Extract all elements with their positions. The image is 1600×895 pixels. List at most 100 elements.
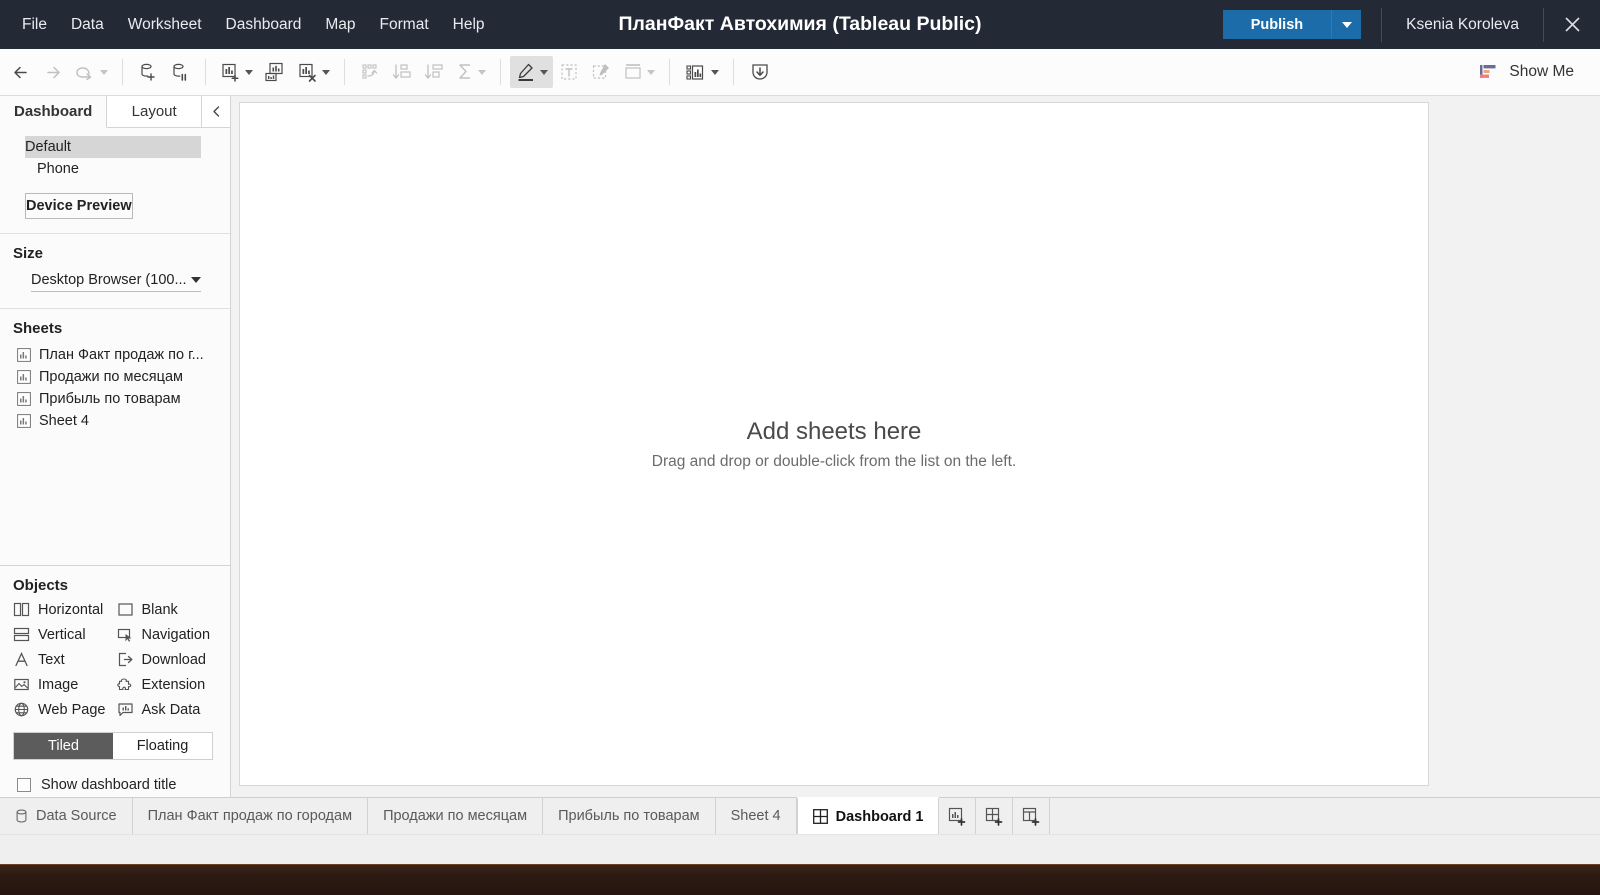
- pause-data-source-icon[interactable]: [164, 56, 196, 88]
- size-dropdown[interactable]: Desktop Browser (100...: [31, 269, 201, 292]
- object-vertical[interactable]: Vertical: [13, 626, 117, 643]
- tableau-window: File Data Worksheet Dashboard Map Format…: [0, 0, 1600, 864]
- data-source-icon: [16, 809, 27, 823]
- floating-button[interactable]: Floating: [113, 733, 212, 759]
- chevron-down-icon: [245, 69, 253, 75]
- menu-format[interactable]: Format: [368, 10, 441, 40]
- new-dashboard-tab-icon[interactable]: [976, 798, 1014, 834]
- tab-plan-fakt-prodazh[interactable]: План Факт продаж по городам: [132, 798, 369, 834]
- chevron-down-icon: [1341, 21, 1352, 28]
- object-text[interactable]: Text: [13, 651, 117, 668]
- image-icon: [14, 678, 29, 691]
- tab-data-source[interactable]: Data Source: [0, 798, 133, 834]
- menu-data[interactable]: Data: [59, 10, 116, 40]
- tab-label: Dashboard 1: [835, 808, 924, 825]
- chevron-down-icon: [540, 69, 548, 75]
- object-label: Web Page: [38, 701, 106, 718]
- object-image[interactable]: Image: [13, 676, 117, 693]
- show-me-icon: [1480, 65, 1496, 78]
- toolbar-divider-3: [344, 59, 345, 85]
- tab-bar-filler: [1050, 798, 1600, 834]
- annotate-icon[interactable]: [585, 56, 617, 88]
- worksheet-icon: [17, 392, 31, 406]
- list-item[interactable]: Sheet 4: [0, 410, 230, 432]
- tab-pribyl-po-tovaram[interactable]: Прибыль по товарам: [543, 798, 716, 834]
- menu-map[interactable]: Map: [313, 10, 367, 40]
- objects-section-title: Objects: [13, 577, 69, 594]
- publish-button[interactable]: Publish: [1222, 10, 1332, 39]
- menu-worksheet[interactable]: Worksheet: [116, 10, 214, 40]
- object-blank[interactable]: Blank: [117, 601, 221, 618]
- object-label: Text: [38, 651, 65, 668]
- close-icon: [1564, 17, 1580, 32]
- object-ask-data[interactable]: Ask Data: [117, 701, 221, 718]
- toolbar: Show Me: [0, 49, 1600, 96]
- device-default[interactable]: Default: [25, 136, 201, 158]
- show-dashboard-title-checkbox[interactable]: Show dashboard title: [0, 760, 230, 793]
- device-preview-button[interactable]: Device Preview: [25, 193, 133, 219]
- tab-dashboard-1[interactable]: Dashboard 1: [796, 797, 940, 834]
- size-section-title: Size: [13, 245, 44, 262]
- chevron-left-icon: [212, 106, 219, 117]
- new-story-tab-icon[interactable]: [1013, 798, 1051, 834]
- sheet-label: Прибыль по товарам: [39, 391, 181, 407]
- list-item[interactable]: План Факт продаж по г...: [0, 344, 230, 366]
- new-data-source-icon[interactable]: [132, 56, 164, 88]
- chevron-down-icon: [711, 69, 719, 75]
- objects-section: Objects Horizontal Blank Vertical Naviga…: [0, 566, 230, 797]
- forward-icon[interactable]: [37, 56, 68, 88]
- list-item[interactable]: Прибыль по товарам: [0, 388, 230, 410]
- toolbar-divider-6: [733, 59, 734, 85]
- back-icon[interactable]: [6, 56, 37, 88]
- tab-prodazhi-po-mesyacam[interactable]: Продажи по месяцам: [368, 798, 544, 834]
- swap-rows-columns-icon[interactable]: [354, 56, 386, 88]
- toolbar-divider-5: [669, 59, 670, 85]
- sheet-label: План Факт продаж по г...: [39, 347, 204, 363]
- blank-object-icon: [117, 603, 133, 616]
- object-label: Extension: [141, 676, 206, 693]
- sort-descending-icon[interactable]: [418, 56, 450, 88]
- menu-help[interactable]: Help: [441, 10, 497, 40]
- fit-icon[interactable]: [617, 56, 660, 88]
- menu-file[interactable]: File: [10, 10, 59, 40]
- tab-sheet-4[interactable]: Sheet 4: [715, 798, 797, 834]
- sheet-tab-bar: Data Source План Факт продаж по городам …: [0, 797, 1600, 834]
- new-worksheet-tab-icon[interactable]: [939, 798, 977, 834]
- dashboard-canvas-area[interactable]: Add sheets here Drag and drop or double-…: [231, 96, 1600, 797]
- collapse-panel-button[interactable]: [202, 96, 230, 127]
- undo-redo-icon[interactable]: [68, 56, 113, 88]
- list-item[interactable]: Продажи по месяцам: [0, 366, 230, 388]
- chevron-down-icon: [100, 69, 108, 75]
- tab-label: Data Source: [36, 808, 117, 824]
- menu-dashboard[interactable]: Dashboard: [214, 10, 314, 40]
- text-object-icon: [15, 651, 28, 667]
- account-name[interactable]: Ksenia Koroleva: [1382, 16, 1543, 34]
- object-navigation[interactable]: Navigation: [117, 626, 221, 643]
- text-label-icon[interactable]: [553, 56, 585, 88]
- show-me-button[interactable]: Show Me: [1470, 57, 1582, 87]
- clear-sheet-icon[interactable]: [292, 56, 335, 88]
- dashboard-drop-zone[interactable]: Add sheets here Drag and drop or double-…: [239, 102, 1429, 786]
- tiled-button[interactable]: Tiled: [14, 733, 113, 759]
- show-dashboard-title-label: Show dashboard title: [41, 777, 177, 793]
- device-phone[interactable]: Phone: [0, 158, 230, 180]
- publish-dropdown-button[interactable]: [1331, 10, 1362, 39]
- show-hide-cards-icon[interactable]: [679, 56, 724, 88]
- new-worksheet-icon[interactable]: [215, 56, 258, 88]
- object-label: Vertical: [38, 626, 86, 643]
- object-label: Horizontal: [38, 601, 104, 618]
- tab-dashboard[interactable]: Dashboard: [0, 96, 108, 128]
- tab-layout[interactable]: Layout: [107, 96, 202, 127]
- object-web-page[interactable]: Web Page: [13, 701, 117, 718]
- object-extension[interactable]: Extension: [116, 676, 221, 693]
- present-mode-icon[interactable]: [743, 56, 777, 88]
- object-horizontal[interactable]: Horizontal: [13, 601, 117, 618]
- close-window-button[interactable]: [1544, 0, 1600, 49]
- object-download[interactable]: Download: [117, 651, 221, 668]
- sort-ascending-icon[interactable]: [386, 56, 418, 88]
- worksheet-icon: [17, 414, 31, 428]
- duplicate-sheet-icon[interactable]: [258, 56, 292, 88]
- highlight-icon[interactable]: [510, 56, 553, 88]
- worksheet-icon: [17, 370, 31, 384]
- totals-icon[interactable]: [450, 56, 491, 88]
